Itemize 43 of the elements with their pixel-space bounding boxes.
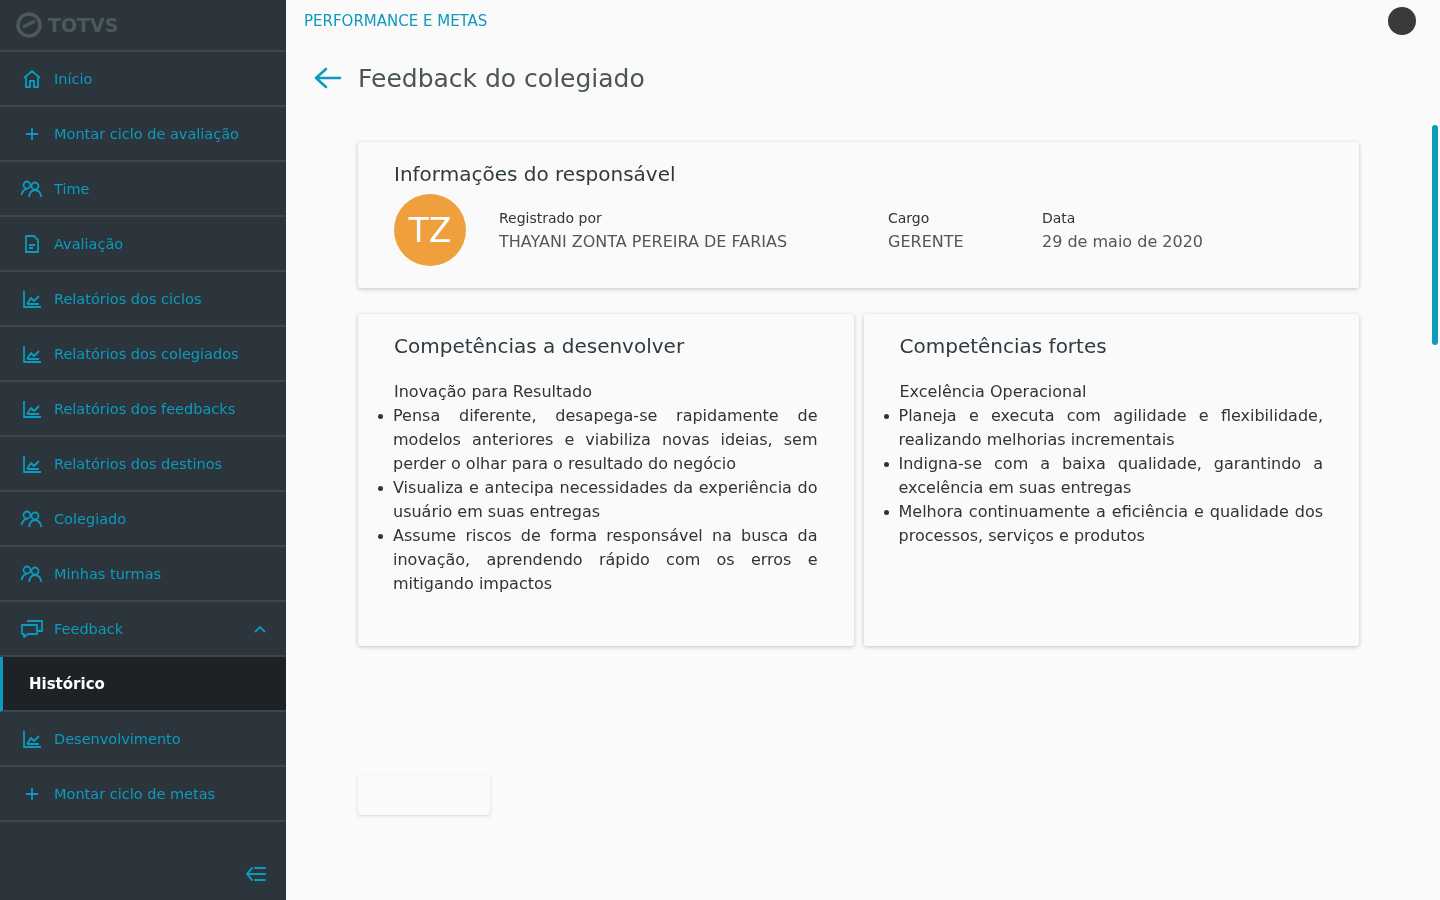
field-value: 29 de maio de 2020 [1042, 231, 1205, 251]
back-arrow-icon[interactable] [314, 67, 342, 89]
competency-description: Pensa diferente, desapega-se rapidamente de modelos anteriores e viabiliza novas ideias, sem perder o olhar para o resultado do negócio [393, 405, 818, 475]
competency-name: Excelência Operacional [899, 381, 1088, 403]
scrollbar[interactable] [1432, 125, 1438, 345]
card-title: Informações do responsável [394, 162, 677, 186]
chart-icon [22, 453, 42, 474]
app-title: PERFORMANCE E METAS [304, 12, 488, 30]
competency-name: Inovação para Resultado [394, 381, 593, 403]
people-icon [20, 178, 44, 199]
competency-description: Planeja e executa com agilidade e flexibilidade, realizando melhorias incrementais [898, 405, 1323, 451]
logo-icon [16, 12, 42, 38]
chat-icon [20, 617, 44, 640]
bullet-icon [883, 510, 889, 515]
competency-description: Melhora continuamente a eficiência e qualidade dos processos, serviços e produtos [898, 501, 1323, 547]
chart-icon [22, 728, 42, 749]
competency-description: Assume riscos de forma responsável na busca da inovação, aprendendo rápido com os erros e mitigando impactos [393, 525, 818, 595]
bullet-icon [883, 462, 889, 467]
chart-icon [22, 398, 42, 419]
collapse-menu-icon[interactable] [246, 866, 266, 882]
field-label: Registrado por [499, 209, 603, 226]
field-value: GERENTE [888, 231, 965, 251]
competency-description: Visualiza e antecipa necessidades da experiência do usuário em suas entregas [393, 477, 818, 523]
chart-icon [22, 288, 42, 309]
bullet-icon [883, 414, 889, 419]
field-label: Cargo [888, 209, 931, 226]
home-icon [22, 68, 42, 89]
field-label: Data [1042, 209, 1077, 226]
card-title: Competências fortes [899, 334, 1108, 358]
user-avatar[interactable] [1388, 7, 1416, 35]
bullet-icon [378, 414, 383, 419]
initials-avatar: TZ [394, 194, 466, 266]
page-title: Feedback do colegiado [358, 63, 645, 93]
bullet-icon [378, 534, 383, 539]
chart-icon [22, 343, 42, 364]
field-value: THAYANI ZONTA PEREIRA DE FARIAS [499, 231, 789, 251]
people-icon [20, 563, 44, 584]
card-title: Competências a desenvolver [394, 334, 686, 358]
bullet-icon [378, 486, 383, 491]
document-icon [22, 233, 42, 254]
submenu-item[interactable]: Histórico [0, 657, 286, 712]
people-icon [20, 508, 44, 529]
competency-description: Indigna-se com a baixa qualidade, garantindo a excelência em suas entregas [898, 453, 1323, 499]
